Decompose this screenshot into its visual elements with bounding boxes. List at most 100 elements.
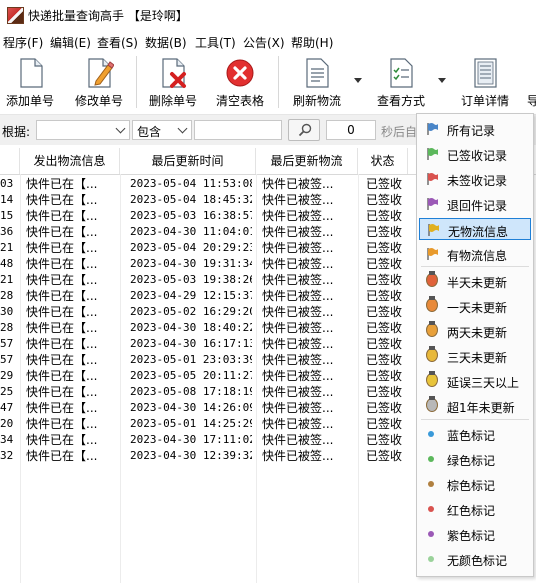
view-menu-item-label: 两天未更新 (447, 326, 508, 340)
menu-help[interactable]: 帮助(H) (291, 34, 333, 51)
column-header-id[interactable] (0, 148, 20, 174)
cell-time: 2023-05-05 20:11:27 (130, 369, 252, 382)
column-header-sent[interactable]: 发出物流信息 (20, 148, 120, 174)
view-menu-item-label: 未签收记录 (447, 174, 508, 188)
flag-yellow-icon (428, 224, 439, 236)
filter-search-input[interactable] (194, 120, 282, 140)
clear-icon (226, 59, 254, 87)
cell-sent: 快件已在【... (26, 177, 98, 191)
cell-last: 快件已被签... (262, 385, 334, 399)
cell-time: 2023-05-01 14:25:29 (130, 417, 252, 430)
menu-program[interactable]: 程序(F) (3, 34, 43, 51)
view-menu-item[interactable]: 无物流信息 (419, 218, 531, 240)
view-menu-item[interactable]: 延误三天以上 (419, 370, 531, 392)
view-menu-item-label: 一天未更新 (447, 301, 508, 315)
view-menu-item[interactable]: 绿色标记 (419, 448, 531, 470)
filter-field-select[interactable] (36, 120, 130, 140)
cell-sent: 快件已在【... (26, 225, 98, 239)
view-menu-item[interactable]: 无颜色标记 (419, 548, 531, 570)
edit-number-button[interactable]: 修改单号 (70, 52, 128, 112)
view-menu-item[interactable]: 已签收记录 (419, 143, 531, 165)
cell-id: 25 (0, 385, 14, 398)
cell-last: 快件已被签... (262, 177, 334, 191)
view-menu-item-label: 已签收记录 (447, 149, 508, 163)
menu-data[interactable]: 数据(B) (145, 34, 187, 51)
app-icon (7, 7, 24, 24)
view-menu-item[interactable]: 两天未更新 (419, 320, 531, 342)
view-menu-item[interactable]: 红色标记 (419, 498, 531, 520)
cell-time: 2023-04-29 12:15:37 (130, 289, 252, 302)
chevron-down-icon (115, 123, 126, 134)
checklist-icon (390, 58, 413, 88)
cell-id: 14 (0, 193, 14, 206)
cell-last: 快件已被签... (262, 449, 334, 463)
cell-status: 已签收 (366, 401, 403, 415)
menu-notice[interactable]: 公告(X) (243, 34, 285, 51)
menu-tools[interactable]: 工具(T) (195, 34, 236, 51)
view-menu-item[interactable]: 一天未更新 (419, 295, 531, 317)
medal-red-icon (426, 271, 438, 287)
view-menu-item[interactable]: 退回件记录 (419, 193, 531, 215)
chevron-down-icon (177, 123, 188, 134)
cell-status: 已签收 (366, 433, 403, 447)
view-mode-button[interactable]: 查看方式 (372, 52, 430, 112)
view-menu-item[interactable]: 三天未更新 (419, 345, 531, 367)
cell-time: 2023-04-30 12:39:32 (130, 449, 252, 462)
toolbar: 添加单号 修改单号 删除单号 清空表格 刷新物流 查看方式 订单详情 导 (0, 52, 536, 115)
view-menu-item[interactable]: 棕色标记 (419, 473, 531, 495)
column-header-last[interactable]: 最后更新物流 (256, 148, 358, 174)
view-menu-item[interactable]: 紫色标记 (419, 523, 531, 545)
cell-last: 快件已被签... (262, 193, 334, 207)
toolbar-separator (136, 56, 137, 108)
order-details-button[interactable]: 订单详情 (456, 52, 514, 112)
cell-id: 21 (0, 273, 14, 286)
menu-edit[interactable]: 编辑(E) (50, 34, 91, 51)
view-menu-item[interactable]: 有物流信息 (419, 243, 531, 265)
cell-last: 快件已被签... (262, 321, 334, 335)
dot-brown-icon (428, 481, 434, 487)
cell-sent: 快件已在【... (26, 401, 98, 415)
cell-sent: 快件已在【... (26, 289, 98, 303)
delete-document-icon (162, 58, 186, 88)
column-header-time[interactable]: 最后更新时间 (120, 148, 256, 174)
cell-time: 2023-04-30 19:31:34 (130, 257, 252, 270)
cell-time: 2023-05-03 16:38:57 (130, 209, 252, 222)
cell-status: 已签收 (366, 369, 403, 383)
cell-last: 快件已被签... (262, 369, 334, 383)
cell-last: 快件已被签... (262, 401, 334, 415)
filter-operator-select[interactable]: 包含 (132, 120, 192, 140)
view-menu-item[interactable]: 半天未更新 (419, 270, 531, 292)
view-menu-item[interactable]: 超1年未更新 (419, 395, 531, 417)
cell-last: 快件已被签... (262, 273, 334, 287)
delete-number-button[interactable]: 删除单号 (144, 52, 202, 112)
cell-last: 快件已被签... (262, 433, 334, 447)
clear-table-button[interactable]: 清空表格 (210, 52, 270, 112)
menu-separator (421, 266, 529, 267)
view-menu-item-label: 无颜色标记 (447, 554, 508, 568)
view-menu-item[interactable]: 所有记录 (419, 118, 531, 140)
cell-id: 29 (0, 369, 14, 382)
cell-status: 已签收 (366, 353, 403, 367)
cell-id: 48 (0, 257, 14, 270)
cell-sent: 快件已在【... (26, 241, 98, 255)
flag-orange-icon (427, 248, 438, 260)
view-menu-item[interactable]: 蓝色标记 (419, 423, 531, 445)
refresh-logistics-button[interactable]: 刷新物流 (288, 52, 346, 112)
view-menu-item[interactable]: 未签收记录 (419, 168, 531, 190)
search-button[interactable] (288, 119, 320, 141)
cell-time: 2023-05-04 18:45:32 (130, 193, 252, 206)
export-button[interactable]: 导 (522, 52, 536, 112)
refresh-interval-input[interactable]: 0 (326, 120, 376, 140)
column-header-status[interactable]: 状态 (358, 148, 408, 174)
dot-red-icon (428, 506, 434, 512)
view-dropdown-arrow[interactable] (438, 78, 446, 83)
add-number-button[interactable]: 添加单号 (2, 52, 58, 112)
medal-gold-icon (426, 346, 438, 362)
menu-view[interactable]: 查看(S) (97, 34, 138, 51)
cell-status: 已签收 (366, 449, 403, 463)
view-menu-item-label: 所有记录 (447, 124, 496, 138)
menu-bar: 程序(F) 编辑(E) 查看(S) 数据(B) 工具(T) 公告(X) 帮助(H… (0, 31, 536, 51)
cell-status: 已签收 (366, 321, 403, 335)
toolbar-separator (278, 56, 279, 108)
refresh-dropdown-arrow[interactable] (354, 78, 362, 83)
